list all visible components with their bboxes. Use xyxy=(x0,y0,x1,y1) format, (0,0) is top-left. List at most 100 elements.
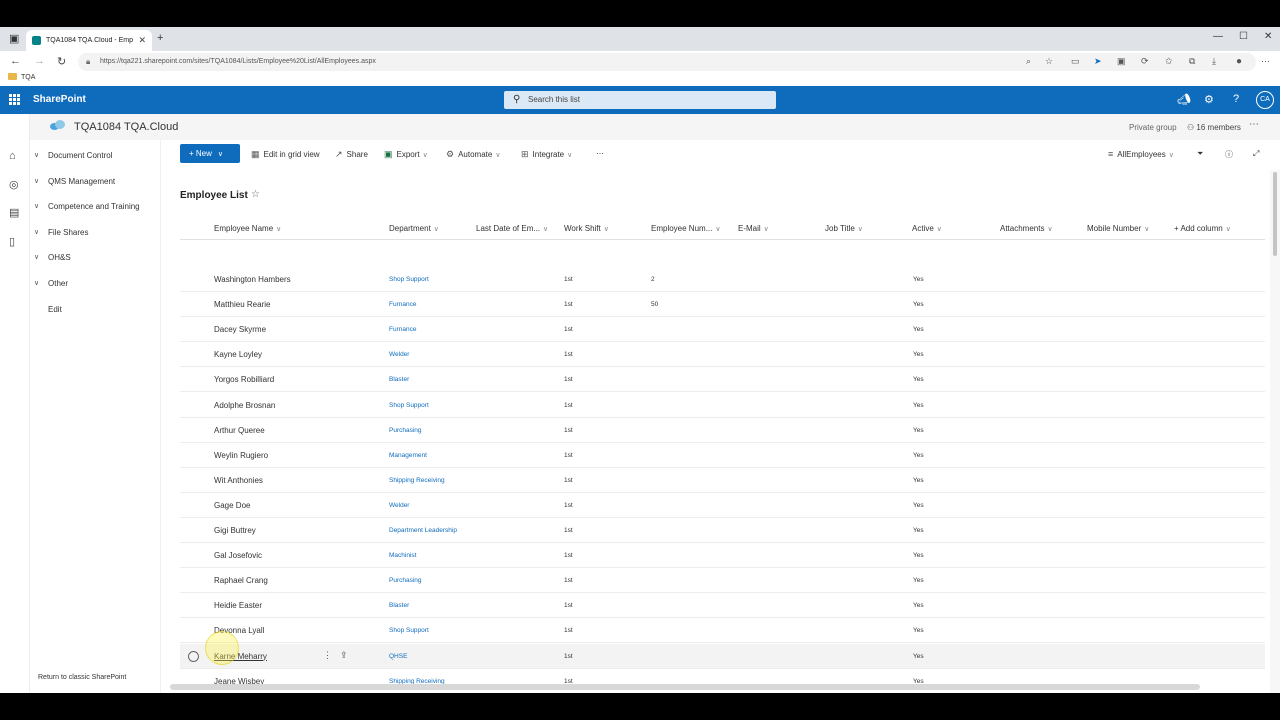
sharepoint-brand[interactable]: SharePoint xyxy=(33,94,86,105)
chevron-down-icon[interactable]: ∨ xyxy=(34,177,39,185)
site-more-icon[interactable]: ⋯ xyxy=(1249,119,1259,130)
table-row[interactable]: Kayne Loyley Welder 1st Yes xyxy=(180,342,1265,368)
table-row[interactable]: Adolphe Brosnan Shop Support 1st Yes xyxy=(180,392,1265,418)
profile-icon[interactable]: ● xyxy=(1236,56,1242,67)
column-header[interactable]: Employee Name ∨ xyxy=(214,224,281,233)
cell-dept[interactable]: Furnance xyxy=(389,326,416,333)
back-icon[interactable]: ← xyxy=(10,55,21,67)
table-row[interactable]: Yorgos Robilliard Blaster 1st Yes xyxy=(180,367,1265,393)
employee-name-link[interactable]: Raphael Crang xyxy=(214,576,268,585)
forward-icon[interactable]: → xyxy=(34,55,45,67)
employee-name-link[interactable]: Weylin Rugiero xyxy=(214,451,268,460)
column-header[interactable]: E-Mail ∨ xyxy=(738,224,769,233)
table-row[interactable]: Matthieu Rearie Furnance 1st 50 Yes xyxy=(180,292,1265,318)
user-avatar[interactable]: CA xyxy=(1256,91,1274,109)
search-input[interactable]: ⚲ Search this list xyxy=(504,91,776,109)
zoom-icon[interactable]: ⌕ xyxy=(1026,56,1031,67)
column-header[interactable]: Attachments ∨ xyxy=(1000,224,1053,233)
favorite-add-icon[interactable]: ☆ xyxy=(1045,56,1053,67)
more-commands-icon[interactable]: ⋯ xyxy=(596,149,604,158)
site-logo-icon[interactable] xyxy=(50,119,66,131)
nav-item-competence-training[interactable]: ∨ Competence and Training xyxy=(34,202,140,211)
refresh-icon[interactable]: ↻ xyxy=(57,55,66,68)
extension-box-icon[interactable]: ▣ xyxy=(1117,56,1126,67)
new-tab-icon[interactable]: + xyxy=(157,32,163,44)
nav-item-ohs[interactable]: ∨ OH&S xyxy=(34,253,71,262)
table-row[interactable]: Heidie Easter Blaster 1st Yes xyxy=(180,593,1265,619)
cell-dept[interactable]: Management xyxy=(389,452,427,459)
row-select-radio[interactable] xyxy=(188,650,199,662)
cell-dept[interactable]: Welder xyxy=(389,351,409,358)
column-header[interactable]: Active ∨ xyxy=(912,224,942,233)
favorites-folder[interactable]: TQA xyxy=(8,73,35,81)
table-row[interactable]: Wit Anthonies Shipping Receiving 1st Yes xyxy=(180,467,1265,493)
return-classic-link[interactable]: Return to classic SharePoint xyxy=(38,674,126,681)
cell-dept[interactable]: Blaster xyxy=(389,376,409,383)
column-header[interactable]: Department ∨ xyxy=(389,224,439,233)
cell-dept[interactable]: Welder xyxy=(389,502,409,509)
table-row[interactable]: Devonna Lyall Shop Support 1st Yes xyxy=(180,618,1265,644)
share-button[interactable]: ↗ Share xyxy=(335,149,368,160)
home-icon[interactable]: ⌂ xyxy=(9,150,16,162)
cell-dept[interactable]: Shop Support xyxy=(389,402,429,409)
employee-name-link[interactable]: Matthieu Rearie xyxy=(214,300,270,309)
scroll-thumb[interactable] xyxy=(1273,172,1277,256)
row-more-icon[interactable]: ⋮ xyxy=(323,650,332,661)
column-header[interactable]: Job Title ∨ xyxy=(825,224,863,233)
vertical-scrollbar[interactable] xyxy=(1270,170,1280,693)
table-row[interactable]: Karne Meharry QHSE 1st Yes ⋮ ⇪ xyxy=(180,643,1265,669)
collections-icon[interactable]: ⧉ xyxy=(1189,56,1195,67)
tab-actions-icon[interactable]: ▣ xyxy=(9,32,19,45)
nav-item-file-shares[interactable]: ∨ File Shares xyxy=(34,228,88,237)
column-header[interactable]: Work Shift ∨ xyxy=(564,224,609,233)
filter-icon[interactable]: ⏷ xyxy=(1197,149,1203,159)
employee-name-link[interactable]: Heidie Easter xyxy=(214,601,262,610)
cell-dept[interactable]: Purchasing xyxy=(389,577,422,584)
sync-icon[interactable]: ⟳ xyxy=(1141,56,1149,67)
employee-name-link[interactable]: Adolphe Brosnan xyxy=(214,401,275,410)
favorite-star-icon[interactable]: ☆ xyxy=(251,189,260,200)
app-launcher-icon[interactable] xyxy=(9,94,20,105)
nav-edit-link[interactable]: Edit xyxy=(48,305,62,314)
table-row[interactable]: Washington Hambers Shop Support 1st 2 Yes xyxy=(180,267,1265,292)
automate-button[interactable]: ⚙ Automate ∨ xyxy=(446,149,500,160)
cell-dept[interactable]: Shop Support xyxy=(389,627,429,634)
chevron-down-icon[interactable]: ∨ xyxy=(34,279,39,287)
chevron-down-icon[interactable]: ∨ xyxy=(34,151,39,159)
minimize-icon[interactable]: — xyxy=(1213,31,1223,42)
table-row[interactable]: Gage Doe Welder 1st Yes xyxy=(180,492,1265,518)
cell-dept[interactable]: Blaster xyxy=(389,602,409,609)
site-title[interactable]: TQA1084 TQA.Cloud xyxy=(74,121,178,133)
cell-dept[interactable]: QHSE xyxy=(389,653,407,660)
favorites-icon[interactable]: ✩ xyxy=(1165,56,1173,67)
settings-gear-icon[interactable]: ⚙ xyxy=(1204,93,1214,106)
nav-item-qms-management[interactable]: ∨ QMS Management xyxy=(34,177,115,186)
row-share-icon[interactable]: ⇪ xyxy=(340,650,348,661)
extension-arrow-icon[interactable]: ➤ xyxy=(1094,56,1102,67)
browser-tab[interactable]: TQA1084 TQA.Cloud - Employee ✕ xyxy=(26,30,152,51)
new-button[interactable]: + New ∨ xyxy=(180,144,240,163)
employee-name-link[interactable]: Arthur Queree xyxy=(214,426,265,435)
table-row[interactable]: Gal Josefovic Machinist 1st Yes xyxy=(180,543,1265,569)
column-header[interactable]: Employee Num... ∨ xyxy=(651,224,720,233)
downloads-icon[interactable]: ⤓ xyxy=(1212,56,1216,67)
browser-menu-icon[interactable]: ⋯ xyxy=(1261,56,1270,67)
info-icon[interactable]: ⓘ xyxy=(1225,149,1233,160)
employee-name-link[interactable]: Washington Hambers xyxy=(214,275,291,284)
nav-item-other[interactable]: ∨ Other xyxy=(34,279,68,288)
column-header[interactable]: Last Date of Em... ∨ xyxy=(476,224,548,233)
table-row[interactable]: Raphael Crang Purchasing 1st Yes xyxy=(180,568,1265,594)
cell-dept[interactable]: Shop Support xyxy=(389,276,429,283)
employee-name-link[interactable]: Gal Josefovic xyxy=(214,551,262,560)
table-row[interactable]: Gigi Buttrey Department Leadership 1st Yes xyxy=(180,518,1265,543)
column-header[interactable]: Mobile Number ∨ xyxy=(1087,224,1149,233)
extension-icon[interactable]: ▭ xyxy=(1071,56,1080,67)
chevron-down-icon[interactable]: ∨ xyxy=(34,202,39,210)
close-tab-icon[interactable]: ✕ xyxy=(138,35,146,46)
column-header[interactable]: + Add column ∨ xyxy=(1174,224,1231,233)
members-button[interactable]: ⚇ 16 members xyxy=(1187,123,1241,132)
cell-dept[interactable]: Shipping Receiving xyxy=(389,477,445,484)
edit-grid-view-button[interactable]: ▦ Edit in grid view xyxy=(251,149,320,160)
cell-dept[interactable]: Department Leadership xyxy=(389,527,457,534)
employee-name-link[interactable]: Kayne Loyley xyxy=(214,350,262,359)
